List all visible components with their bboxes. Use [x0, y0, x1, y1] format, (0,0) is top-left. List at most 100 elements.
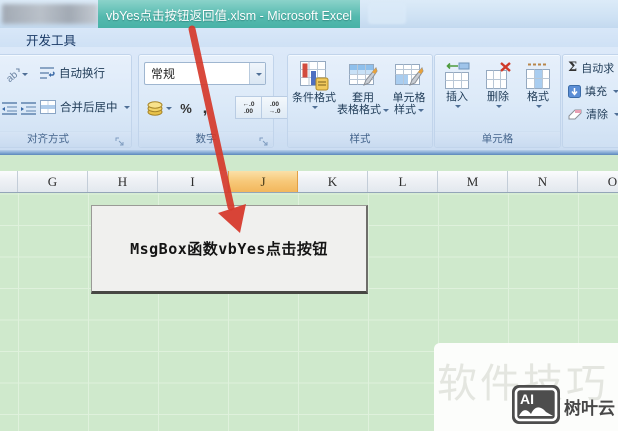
decimal-buttons: ←.0 .00 .00 →.0: [235, 96, 288, 119]
dropdown-arrow-icon: [614, 113, 618, 119]
number-format-dropdown[interactable]: 常规: [144, 62, 266, 85]
comma-style-button[interactable]: ,: [196, 96, 214, 120]
group-label-styles: 样式: [288, 131, 432, 147]
clear-label: 清除: [586, 109, 608, 121]
delete-label: 删除: [487, 91, 509, 103]
dropdown-arrow-icon: [123, 106, 130, 112]
group-label-number: 数字: [139, 131, 273, 147]
insert-cells-button[interactable]: 插入: [437, 58, 477, 128]
autosum-label: 自动求: [581, 63, 615, 75]
dropdown-arrow-icon: [496, 105, 502, 111]
autosum-button[interactable]: Σ 自动求: [568, 60, 614, 76]
merge-center-icon: [40, 100, 56, 114]
dropdown-arrow-icon: [536, 105, 542, 111]
column-header-M[interactable]: M: [438, 171, 508, 192]
format-as-table-label2: 表格格式: [337, 104, 389, 116]
dropdown-arrow-icon: [418, 109, 424, 115]
wrap-text-label: 自动换行: [59, 68, 105, 80]
decrease-indent-button[interactable]: [0, 96, 19, 120]
fill-label: 填充: [585, 86, 607, 98]
column-header-O[interactable]: O: [578, 171, 618, 192]
merge-center-button[interactable]: 合并后居中: [40, 99, 130, 115]
sheet-top-strip: [0, 155, 618, 171]
column-headers: GHIJKLMNO: [0, 171, 618, 193]
group-styles: 条件格式 套用 表格格式 单元格 样式 样式: [287, 54, 433, 148]
ai-logo-text: AI: [520, 391, 534, 407]
group-label-alignment: 对齐方式: [0, 131, 131, 147]
format-as-table-icon: [349, 64, 378, 86]
text-orientation-icon: ab: [4, 68, 20, 83]
group-cells: 插入 删除 格式 单元格: [434, 54, 561, 148]
group-alignment: ab 自动换行 合并后居中 对齐方式: [0, 54, 132, 148]
dropdown-arrow-icon: [455, 105, 461, 111]
increase-decimal-button[interactable]: ←.0 .00: [235, 96, 262, 119]
insert-label: 插入: [446, 91, 468, 103]
decrease-decimal-button[interactable]: .00 →.0: [261, 96, 288, 119]
increase-decimal-label: ←.0: [242, 100, 255, 108]
msgbox-shape[interactable]: MsgBox函数vbYes点击按钮: [91, 205, 368, 294]
decrease-indent-icon: [1, 101, 17, 115]
fill-button[interactable]: 填充: [568, 83, 618, 99]
cell-styles-label: 单元格: [392, 92, 426, 104]
column-header-J[interactable]: J: [228, 171, 298, 192]
percent-style-button[interactable]: %: [175, 96, 197, 120]
dropdown-arrow-icon: [613, 90, 618, 96]
column-header-H[interactable]: H: [88, 171, 158, 192]
increase-indent-icon: [20, 101, 36, 115]
blurred-quick-access-toolbar: [2, 4, 98, 24]
column-header-L[interactable]: L: [368, 171, 438, 192]
ai-logo-icon: AI: [512, 385, 560, 424]
blurred-title-button: [368, 3, 406, 24]
excel-window: vbYes点击按钮返回值.xlsm - Microsoft Excel 开发工具…: [0, 0, 618, 431]
title-highlight: vbYes点击按钮返回值.xlsm - Microsoft Excel: [98, 0, 360, 28]
svg-text:ab: ab: [4, 69, 20, 83]
delete-cells-button[interactable]: 删除: [478, 58, 518, 128]
increase-indent-button[interactable]: [18, 96, 38, 120]
column-header-stub[interactable]: [0, 171, 18, 192]
msgbox-text: MsgBox函数vbYes点击按钮: [130, 240, 328, 258]
group-label-cells: 单元格: [435, 131, 560, 147]
dropdown-arrow-icon: [21, 73, 28, 79]
format-cells-icon: [526, 63, 550, 89]
cell-styles-button[interactable]: 单元格 样式: [387, 58, 431, 128]
number-format-value: 常规: [151, 67, 176, 81]
cell-styles-label2: 样式: [394, 104, 424, 116]
orientation-button[interactable]: ab: [0, 61, 35, 87]
column-header-G[interactable]: G: [18, 171, 88, 192]
fill-down-icon: [568, 84, 581, 98]
merge-center-label: 合并后居中: [60, 102, 118, 114]
cell-styles-icon: [395, 64, 424, 86]
format-as-table-label: 套用: [352, 92, 374, 104]
title-bar: vbYes点击按钮返回值.xlsm - Microsoft Excel: [0, 0, 618, 28]
watermark-brand: 树叶云: [564, 399, 615, 418]
dialog-launcher-icon[interactable]: [115, 134, 125, 146]
conditional-formatting-icon: [300, 61, 329, 91]
dialog-launcher-icon[interactable]: [259, 134, 269, 146]
eraser-icon: [568, 109, 582, 120]
format-cells-button[interactable]: 格式: [518, 58, 558, 128]
increase-decimal-label2: .00: [243, 107, 254, 115]
ribbon: ab 自动换行 合并后居中 对齐方式 常规 % , ←.0 .00 .00 →.…: [0, 47, 618, 153]
window-title: vbYes点击按钮返回值.xlsm - Microsoft Excel: [105, 8, 353, 23]
dropdown-arrow-icon: [165, 107, 172, 113]
clear-button[interactable]: 清除: [568, 106, 618, 122]
format-as-table-button[interactable]: 套用 表格格式: [337, 58, 389, 128]
decrease-decimal-label: .00: [269, 100, 280, 108]
column-header-K[interactable]: K: [298, 171, 368, 192]
coins-icon: [147, 100, 162, 116]
dropdown-button[interactable]: [249, 63, 265, 84]
insert-cells-icon: [445, 62, 470, 89]
conditional-formatting-button[interactable]: 条件格式: [290, 58, 338, 128]
wrap-text-icon: [40, 67, 55, 79]
format-label: 格式: [527, 91, 549, 103]
column-header-I[interactable]: I: [158, 171, 228, 192]
sigma-icon: Σ: [568, 60, 578, 75]
wrap-text-button[interactable]: 自动换行: [40, 65, 105, 81]
dropdown-arrow-icon: [312, 106, 318, 112]
column-header-N[interactable]: N: [508, 171, 578, 192]
decrease-decimal-label2: →.0: [268, 107, 281, 115]
dropdown-arrow-icon: [255, 72, 262, 79]
delete-cells-icon: [486, 62, 511, 89]
accounting-format-button[interactable]: [143, 96, 175, 120]
group-editing: Σ 自动求 填充 清除: [562, 54, 618, 148]
